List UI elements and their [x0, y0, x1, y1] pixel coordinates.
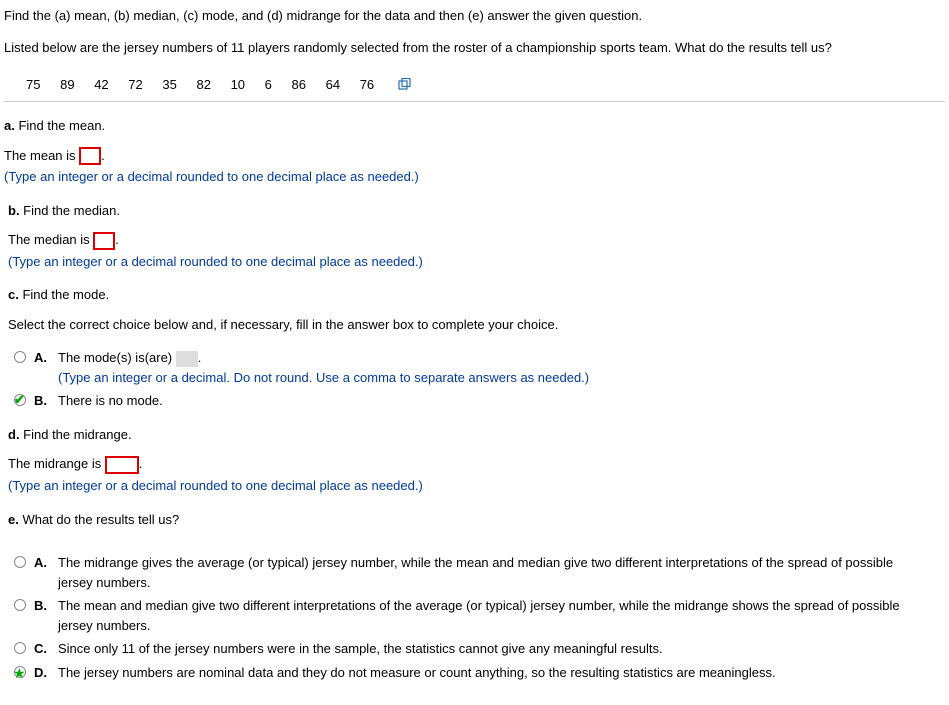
part-e-option-b[interactable]: B. The mean and median give two differen…: [14, 596, 945, 635]
mean-input[interactable]: [79, 147, 101, 165]
part-d-label: d. Find the midrange.: [8, 425, 945, 445]
option-a-hint: (Type an integer or a decimal. Do not ro…: [58, 370, 589, 385]
option-text: The mean and median give two different i…: [58, 596, 945, 635]
part-c-prefix: c.: [8, 287, 19, 302]
median-input[interactable]: [93, 232, 115, 250]
data-value: 89: [60, 75, 74, 95]
part-a-answer-suffix: .: [101, 148, 105, 163]
data-value: 82: [196, 75, 210, 95]
option-letter: A.: [34, 348, 58, 368]
option-letter: A.: [34, 553, 58, 573]
part-c-option-b[interactable]: B. There is no mode.: [14, 391, 945, 411]
part-b-label: b. Find the median.: [8, 201, 945, 221]
data-row: 75 89 42 72 35 82 10 6 86 64 76: [4, 69, 945, 102]
part-e-option-a[interactable]: A. The midrange gives the average (or ty…: [14, 553, 945, 592]
part-e-option-d[interactable]: D. The jersey numbers are nominal data a…: [14, 663, 945, 683]
radio-icon[interactable]: [14, 642, 26, 654]
problem-intro: Find the (a) mean, (b) median, (c) mode,…: [4, 6, 945, 26]
data-value: 6: [265, 75, 272, 95]
data-value: 35: [162, 75, 176, 95]
question-text: Listed below are the jersey numbers of 1…: [4, 38, 945, 58]
part-b-text: Find the median.: [20, 203, 120, 218]
data-value: 75: [26, 75, 40, 95]
part-a-answer-line: The mean is .: [4, 146, 945, 166]
part-a-text: Find the mean.: [15, 118, 105, 133]
radio-icon[interactable]: [14, 556, 26, 568]
part-e-text: What do the results tell us?: [19, 512, 179, 527]
part-e-prefix: e.: [8, 512, 19, 527]
option-letter: B.: [34, 596, 58, 616]
option-text: The midrange gives the average (or typic…: [58, 553, 945, 592]
part-d-answer-line: The midrange is .: [8, 454, 945, 474]
part-e-label: e. What do the results tell us?: [8, 510, 945, 530]
option-letter: B.: [34, 391, 58, 411]
data-value: 76: [360, 75, 374, 95]
radio-icon[interactable]: [14, 666, 26, 678]
copy-icon[interactable]: [398, 76, 412, 96]
part-b-prefix: b.: [8, 203, 20, 218]
radio-icon[interactable]: [14, 351, 26, 363]
part-c-text: Find the mode.: [19, 287, 109, 302]
part-b-answer-suffix: .: [115, 232, 119, 247]
part-a-label: a. Find the mean.: [4, 116, 945, 136]
part-b-answer-line: The median is .: [8, 230, 945, 250]
option-text: Since only 11 of the jersey numbers were…: [58, 639, 945, 659]
data-value: 42: [94, 75, 108, 95]
data-value: 72: [128, 75, 142, 95]
part-a-hint: (Type an integer or a decimal rounded to…: [4, 167, 945, 187]
part-d-answer-suffix: .: [139, 456, 143, 471]
part-d-text: Find the midrange.: [20, 427, 132, 442]
part-b-hint: (Type an integer or a decimal rounded to…: [8, 252, 945, 272]
option-letter: D.: [34, 663, 58, 683]
part-d-prefix: d.: [8, 427, 20, 442]
part-a-prefix: a.: [4, 118, 15, 133]
part-a-answer-prefix: The mean is: [4, 148, 79, 163]
midrange-input[interactable]: [105, 456, 139, 474]
part-c-label: c. Find the mode.: [8, 285, 945, 305]
data-value: 64: [326, 75, 340, 95]
part-e-option-c[interactable]: C. Since only 11 of the jersey numbers w…: [14, 639, 945, 659]
option-a-text-prefix: The mode(s) is(are): [58, 350, 176, 365]
option-text: The jersey numbers are nominal data and …: [58, 663, 945, 683]
option-letter: C.: [34, 639, 58, 659]
radio-icon[interactable]: [14, 599, 26, 611]
part-d-answer-prefix: The midrange is: [8, 456, 105, 471]
data-value: 86: [292, 75, 306, 95]
mode-input[interactable]: [176, 351, 198, 367]
part-c-instruction: Select the correct choice below and, if …: [8, 315, 945, 335]
data-value: 10: [231, 75, 245, 95]
option-text: There is no mode.: [58, 391, 945, 411]
part-c-option-a[interactable]: A. The mode(s) is(are) . (Type an intege…: [14, 348, 945, 387]
part-d-hint: (Type an integer or a decimal rounded to…: [8, 476, 945, 496]
option-a-text-suffix: .: [198, 350, 202, 365]
option-text: The mode(s) is(are) . (Type an integer o…: [58, 348, 945, 387]
radio-icon[interactable]: [14, 394, 26, 406]
part-b-answer-prefix: The median is: [8, 232, 93, 247]
